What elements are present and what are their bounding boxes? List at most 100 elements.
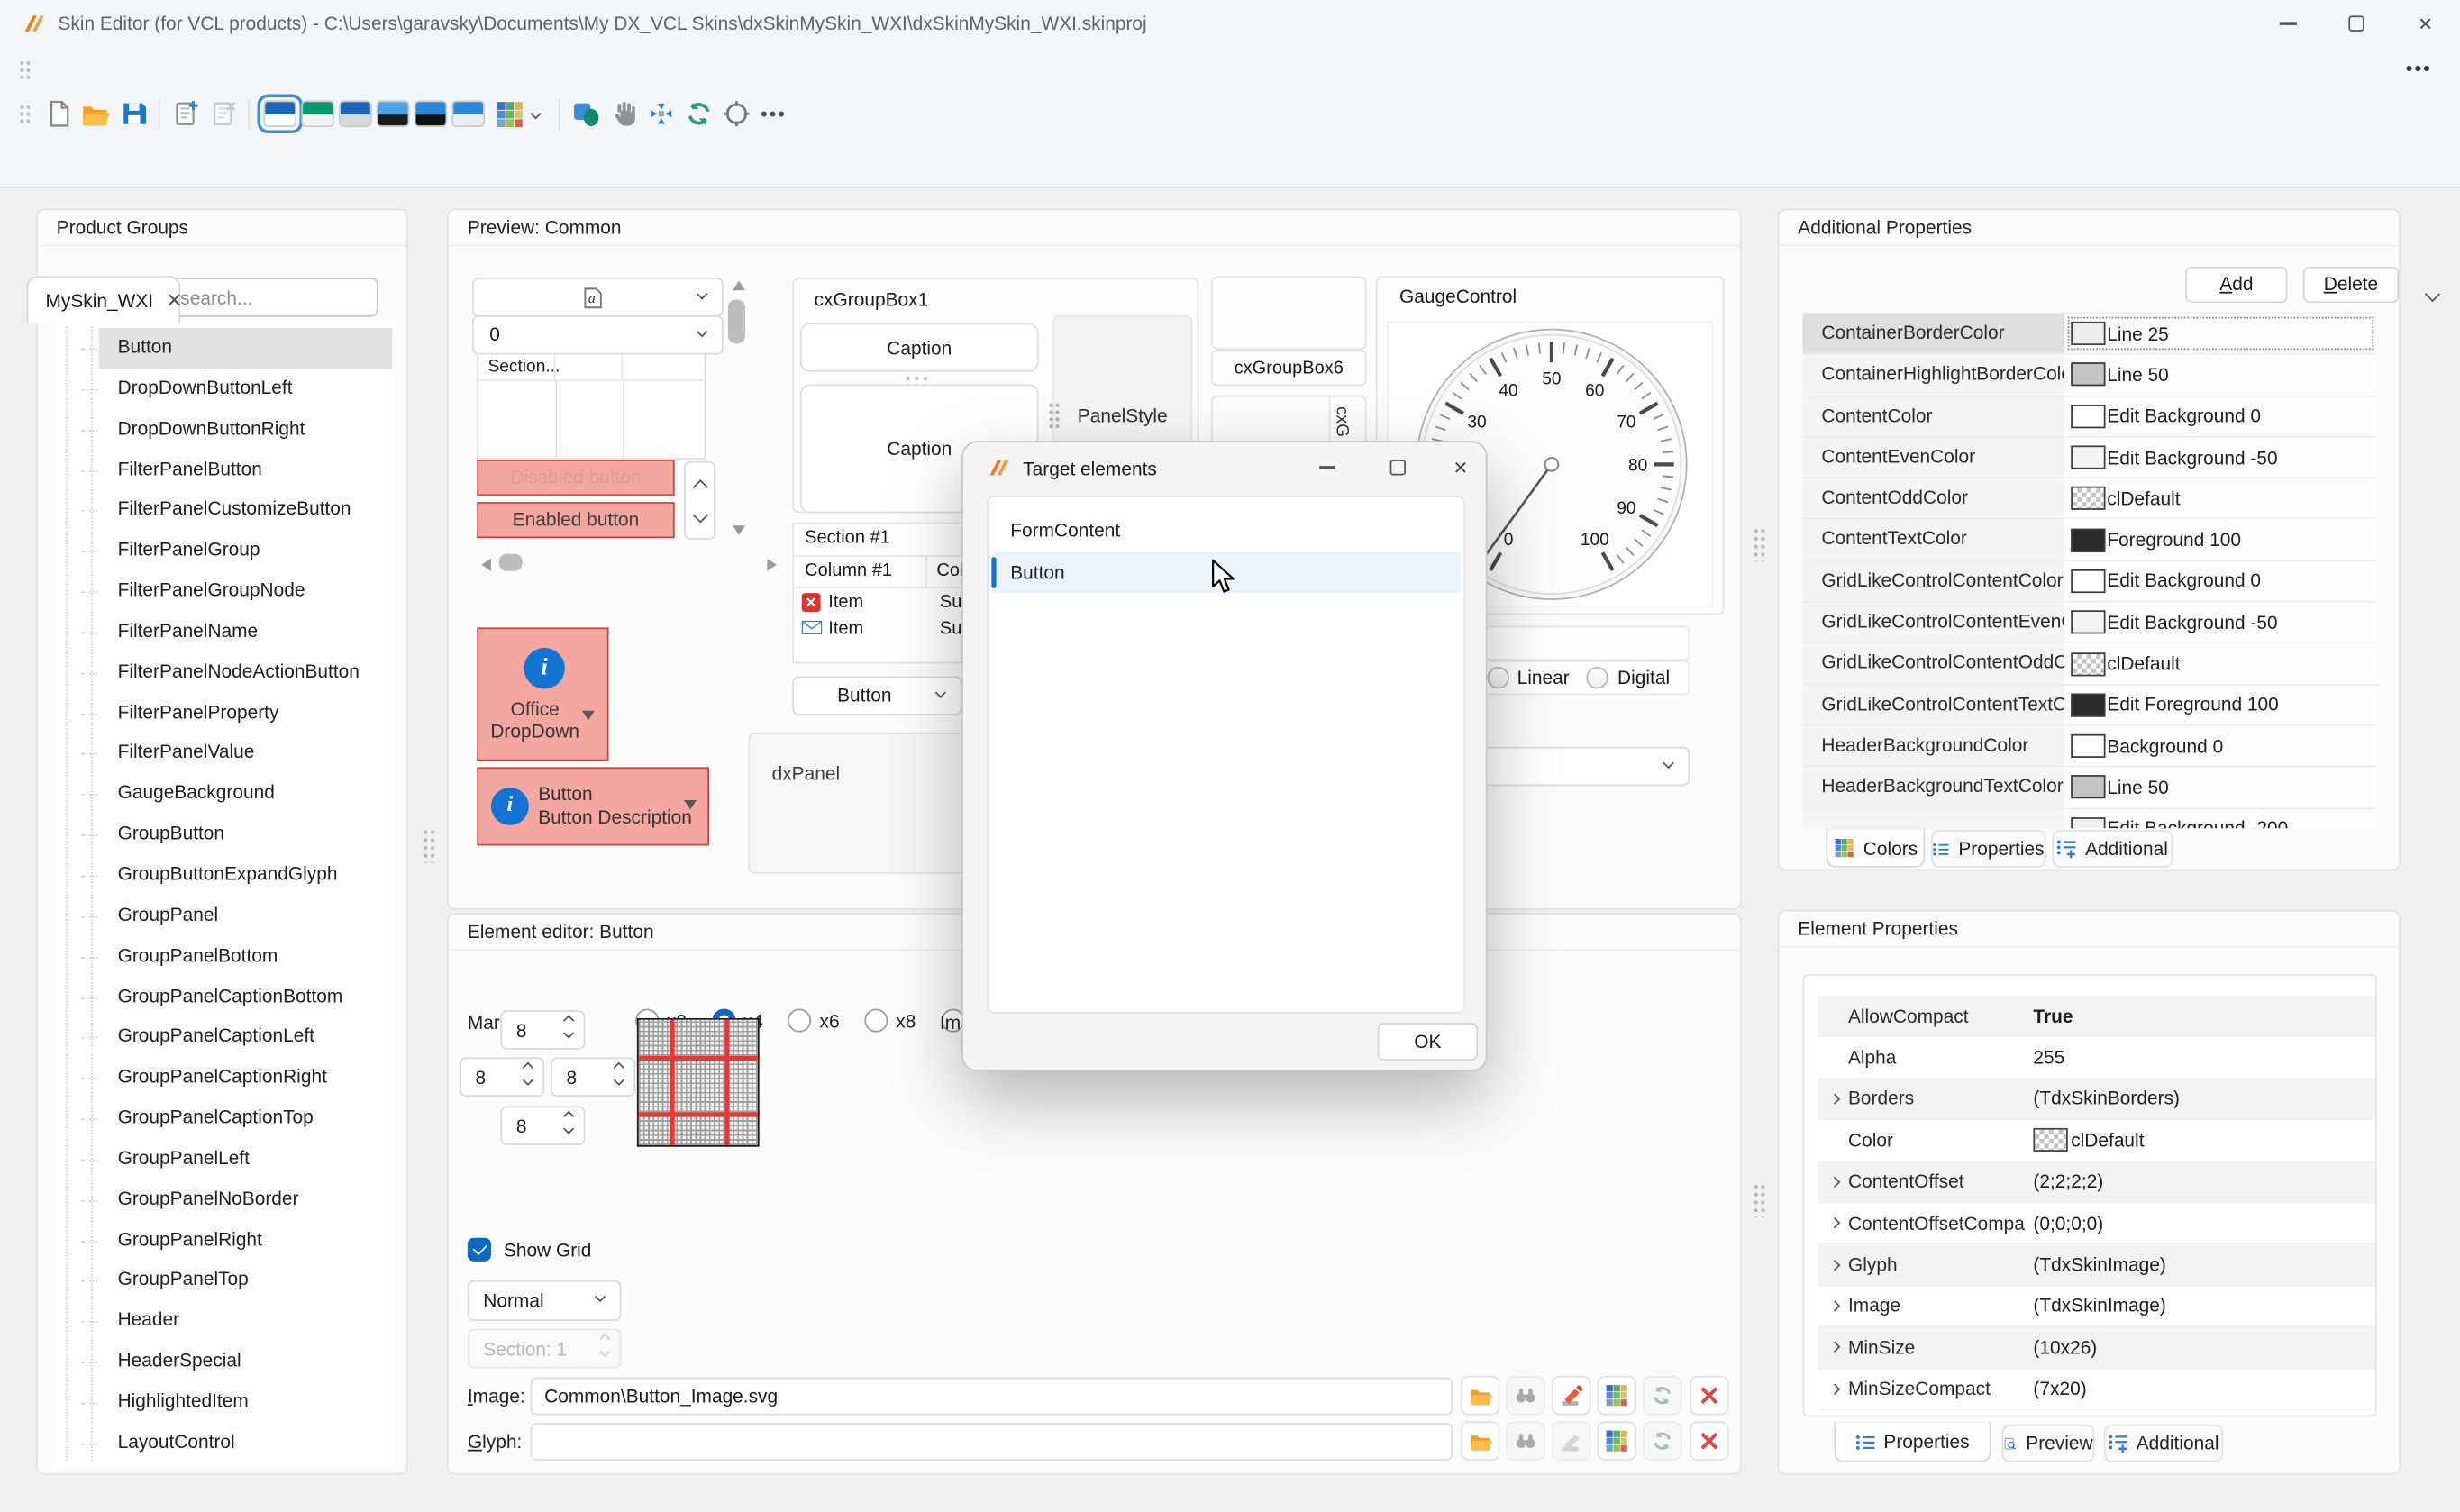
- spin-up-icon[interactable]: [523, 1062, 533, 1073]
- expand-icon[interactable]: [1829, 1300, 1840, 1311]
- product-group-item[interactable]: LayoutControl: [99, 1423, 393, 1463]
- property-value[interactable]: (7x20): [2033, 1378, 2376, 1399]
- checkbox-checked-icon[interactable]: [468, 1238, 491, 1262]
- product-group-item[interactable]: GroupButtonExpandGlyph: [99, 855, 393, 896]
- show-grid-option[interactable]: Show Grid: [468, 1238, 592, 1262]
- horizontal-scroll-thumb[interactable]: [499, 554, 523, 571]
- product-group-item[interactable]: GroupPanelTop: [99, 1261, 393, 1301]
- toolbar-overflow-icon[interactable]: •••: [754, 95, 792, 132]
- menu-item[interactable]: [68, 47, 96, 91]
- product-group-item[interactable]: FilterPanelValue: [99, 733, 393, 774]
- zoom-radio-option[interactable]: x6: [788, 1009, 840, 1033]
- shapes-button[interactable]: [567, 95, 605, 132]
- new-file-button[interactable]: [40, 95, 77, 132]
- up-chevron-icon[interactable]: [693, 479, 708, 495]
- image-combo[interactable]: a: [472, 278, 724, 317]
- product-group-item[interactable]: FilterPanelButton: [99, 450, 393, 490]
- property-value[interactable]: Line 25: [2064, 314, 2376, 353]
- expand-icon[interactable]: [1829, 1093, 1840, 1104]
- color-property-row[interactable]: GridLikeControlContentColor Edit Backgro…: [1802, 561, 2376, 603]
- product-group-item[interactable]: GaugeBackground: [99, 774, 393, 815]
- property-value[interactable]: clDefault: [2064, 478, 2376, 518]
- product-group-item[interactable]: GroupPanelCaptionTop: [99, 1098, 393, 1139]
- property-value[interactable]: (10x26): [2033, 1336, 2376, 1358]
- property-row[interactable]: Glyph (TdxSkinImage): [1818, 1244, 2377, 1286]
- product-group-item[interactable]: GroupPanelCaptionLeft: [99, 1017, 393, 1058]
- expand-icon[interactable]: [1829, 1217, 1840, 1228]
- column-header[interactable]: Column #1: [794, 557, 927, 587]
- ok-button[interactable]: OK: [1378, 1023, 1478, 1061]
- drag-grip-icon[interactable]: [19, 59, 30, 79]
- product-group-item[interactable]: FilterPanelCustomizeButton: [99, 490, 393, 531]
- glyph-open-button[interactable]: [1461, 1421, 1500, 1461]
- splitter-grip[interactable]: [1753, 527, 1767, 561]
- scroll-up-icon[interactable]: [733, 281, 745, 290]
- property-value[interactable]: (2;2;2;2): [2033, 1170, 2376, 1192]
- property-value[interactable]: Foreground 100: [2064, 520, 2376, 560]
- toolbar-grip-icon[interactable]: [19, 104, 30, 124]
- product-group-item[interactable]: GroupButton: [99, 815, 393, 855]
- property-value[interactable]: Edit Background -200: [2064, 809, 2376, 829]
- color-property-row[interactable]: Edit Background -200: [1802, 809, 2376, 829]
- caption-box[interactable]: Caption: [800, 323, 1039, 372]
- down-chevron-icon[interactable]: [693, 507, 708, 523]
- color-property-row[interactable]: GridLikeControlContentOddColor clDefault: [1802, 643, 2376, 685]
- button-description-button[interactable]: i Button Button Description: [477, 767, 709, 845]
- menu-item[interactable]: [40, 47, 68, 91]
- property-value[interactable]: True: [2033, 1005, 2376, 1026]
- image-path-input[interactable]: Common\Button_Image.svg: [530, 1378, 1453, 1416]
- expand-icon[interactable]: [1829, 1176, 1840, 1187]
- grid-column-header[interactable]: Section...: [478, 354, 555, 379]
- property-row[interactable]: MinSizeCompact (7x20): [1818, 1369, 2377, 1410]
- expand-icon[interactable]: [1829, 1383, 1840, 1394]
- refresh-button[interactable]: [679, 95, 717, 132]
- product-group-item[interactable]: GroupPanelRight: [99, 1220, 393, 1261]
- property-row[interactable]: AllowCompact True: [1818, 997, 2377, 1038]
- save-button[interactable]: [114, 95, 152, 132]
- expand-icon[interactable]: [1829, 1342, 1840, 1353]
- product-group-item[interactable]: FilterPanelNodeActionButton: [99, 652, 393, 693]
- color-property-row[interactable]: ContainerBorderColor Line 25: [1802, 314, 2376, 355]
- dialog-close-button[interactable]: ×: [1434, 442, 1487, 493]
- state-dropdown[interactable]: Normal: [468, 1280, 622, 1321]
- property-row[interactable]: Borders (TdxSkinBorders): [1818, 1079, 2377, 1120]
- property-value[interactable]: Edit Background -50: [2064, 438, 2376, 478]
- splitter-grip[interactable]: [422, 828, 436, 862]
- glyph-path-input[interactable]: [530, 1423, 1453, 1461]
- product-group-item[interactable]: FilterPanelGroup: [99, 531, 393, 571]
- skin-swatch-button[interactable]: [300, 100, 333, 127]
- color-property-row[interactable]: ContentEvenColor Edit Background -50: [1802, 438, 2376, 479]
- dialog-maximize-button[interactable]: [1370, 442, 1426, 493]
- color-property-row[interactable]: GridLikeControlContentTextColor Edit For…: [1802, 685, 2376, 726]
- spin-down-icon[interactable]: [523, 1075, 533, 1086]
- remove-skin-button[interactable]: [204, 95, 241, 132]
- tab-additional[interactable]: Additional: [2052, 830, 2173, 868]
- product-group-item[interactable]: DropDownButtonLeft: [99, 369, 393, 409]
- dialog-minimize-button[interactable]: [1299, 442, 1356, 493]
- product-group-item[interactable]: FilterPanelProperty: [99, 693, 393, 733]
- property-value[interactable]: Edit Background 0: [2064, 396, 2376, 436]
- updown-buttons[interactable]: [684, 461, 715, 540]
- open-file-button[interactable]: [77, 95, 114, 132]
- property-row[interactable]: Alpha 255: [1818, 1038, 2377, 1079]
- close-button[interactable]: ×: [2391, 0, 2460, 47]
- image-open-button[interactable]: [1461, 1376, 1500, 1416]
- product-group-item[interactable]: Button: [99, 328, 393, 369]
- menu-item[interactable]: [96, 47, 123, 91]
- image-clear-button[interactable]: [1690, 1376, 1729, 1416]
- tab-properties[interactable]: Properties: [1931, 830, 2045, 868]
- spin-down-icon[interactable]: [563, 1124, 574, 1134]
- property-value[interactable]: clDefault: [2033, 1128, 2376, 1152]
- product-group-item[interactable]: GroupPanelCaptionRight: [99, 1058, 393, 1098]
- property-value[interactable]: Line 50: [2064, 768, 2376, 807]
- property-value[interactable]: clDefault: [2064, 643, 2376, 683]
- product-group-item[interactable]: HeaderSpecial: [99, 1342, 393, 1382]
- skin-swatch-button[interactable]: [376, 100, 409, 127]
- tab-preview[interactable]: Preview: [2002, 1425, 2095, 1462]
- menu-item[interactable]: [152, 47, 180, 91]
- item-label[interactable]: Item: [828, 592, 928, 611]
- margins-grid-image[interactable]: [637, 1018, 760, 1147]
- margin-left-spinner[interactable]: 8: [460, 1057, 544, 1097]
- product-group-item[interactable]: FilterPanelName: [99, 612, 393, 652]
- enabled-button-preview[interactable]: Enabled button: [477, 502, 674, 538]
